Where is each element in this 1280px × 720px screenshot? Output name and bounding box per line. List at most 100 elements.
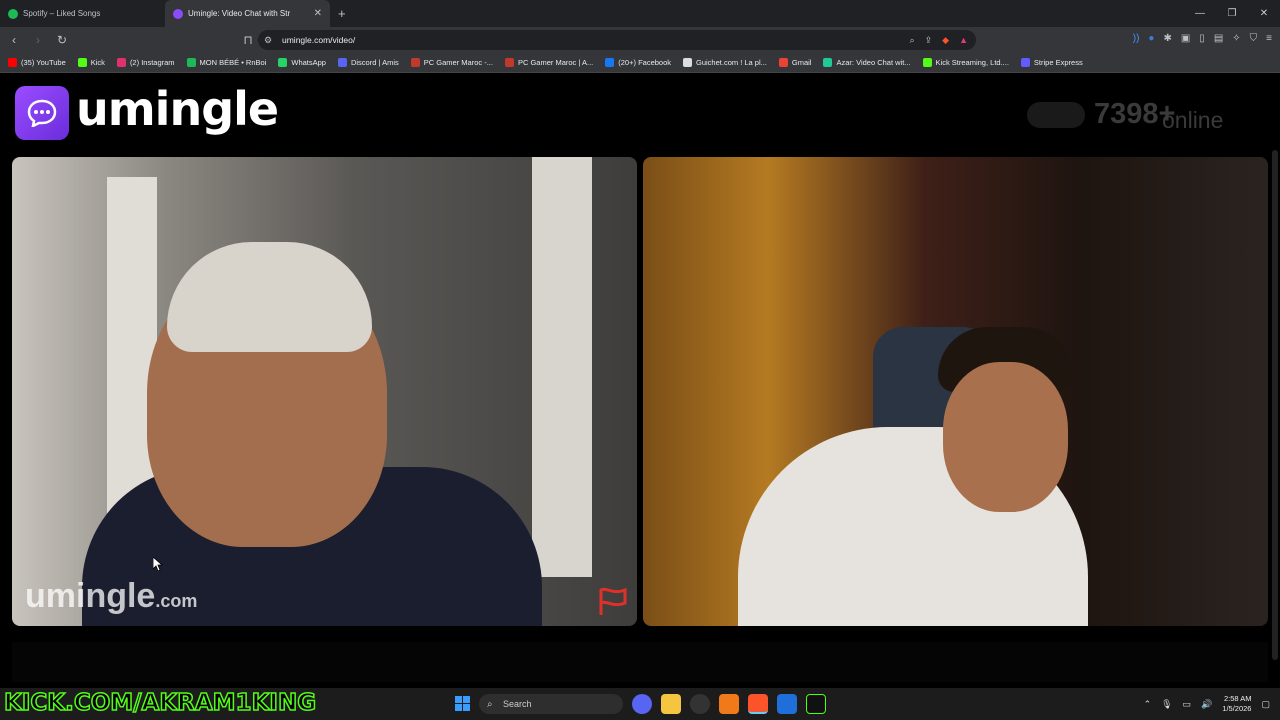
bookmark-favicon-icon [77, 58, 87, 67]
microphone-icon[interactable]: 🎙 [1161, 699, 1172, 710]
brave-icon[interactable] [748, 694, 768, 714]
bookmark-icon[interactable]: ⊓ [238, 33, 258, 47]
bookmark-item[interactable]: Kick Streaming, Ltd.... [922, 58, 1009, 67]
umingle-logo-icon[interactable] [15, 86, 69, 140]
tab-spotify[interactable]: Spotify – Liked Songs [0, 0, 165, 27]
volume-icon[interactable]: 🔊 [1201, 699, 1212, 710]
bookmark-item[interactable]: PC Gamer Maroc | A... [504, 58, 594, 67]
windows-start-icon[interactable] [455, 696, 470, 711]
share-icon[interactable]: ⇪ [925, 35, 933, 46]
bookmark-item[interactable]: (35) YouTube [8, 58, 66, 67]
bookmark-label: (35) YouTube [21, 58, 66, 67]
vpn-icon[interactable]: ⛉ [1250, 33, 1258, 44]
bookmark-item[interactable]: Discord | Amis [337, 58, 399, 67]
bookmark-favicon-icon [778, 58, 788, 67]
bookmark-label: (2) Instagram [129, 58, 175, 67]
restore-icon[interactable]: ❐ [1216, 0, 1248, 27]
minimize-icon[interactable]: — [1184, 0, 1216, 27]
bookmark-favicon-icon [278, 58, 288, 67]
bookmark-item[interactable]: (2) Instagram [116, 58, 175, 67]
online-label: online [1162, 107, 1224, 133]
url-text: umingle.com/video/ [282, 35, 356, 45]
chat-area[interactable] [12, 642, 1268, 682]
watermark-main: umingle [25, 577, 156, 615]
bookmark-item[interactable]: MON BÉBÉ • RnBoi [186, 58, 267, 67]
address-bar[interactable]: ⚙ umingle.com/video/ ⌕ ⇪ ◆ ▲ [258, 30, 976, 50]
tab-title: Umingle: Video Chat with Str [188, 9, 291, 18]
stream-overlay-text: KICK.COM/AKRAM1KING [3, 689, 317, 717]
close-window-icon[interactable]: ✕ [1248, 0, 1280, 27]
bookmark-favicon-icon [8, 58, 17, 67]
notification-icon[interactable]: ▢ [1261, 699, 1270, 710]
bookmark-item[interactable]: PC Gamer Maroc -... [410, 58, 493, 67]
bookmark-label: Discord | Amis [350, 58, 399, 67]
bookmark-favicon-icon [410, 58, 420, 67]
search-icon: ⌕ [487, 698, 493, 710]
menu-icon[interactable]: ≡ [1266, 33, 1272, 44]
bookmark-label: Guichet.com ! La pl... [696, 58, 767, 67]
umingle-watermark: umingle.com [25, 577, 197, 616]
bookmark-favicon-icon [337, 58, 347, 67]
tab-umingle[interactable]: Umingle: Video Chat with Str ✕ [165, 0, 330, 27]
brave-rewards-icon[interactable]: ▲ [959, 35, 968, 46]
report-flag-icon[interactable] [597, 587, 629, 617]
online-toggle[interactable] [1027, 102, 1085, 128]
page-scrollbar[interactable] [1272, 150, 1278, 660]
wall-pillar [532, 157, 592, 577]
file-explorer-icon[interactable] [661, 694, 681, 714]
bookmark-label: Kick [90, 58, 105, 67]
forward-icon[interactable]: › [28, 33, 48, 47]
bookmark-favicon-icon [1020, 58, 1030, 67]
extensions-area: )) ● ✱ ▣ ▯ ▤ ✧ ⛉ ≡ [1133, 33, 1272, 44]
network-icon[interactable]: ▭ [1183, 699, 1192, 710]
bookmark-label: (20+) Facebook [618, 58, 672, 67]
new-tab-button[interactable]: + [338, 6, 346, 21]
extension-icon[interactable]: ● [1148, 33, 1154, 44]
bookmark-item[interactable]: Gmail [778, 58, 812, 67]
window-controls: — ❐ ✕ [1184, 0, 1280, 27]
mouse-cursor-icon [153, 557, 163, 571]
umingle-logo-text[interactable]: umingle [76, 82, 279, 136]
bookmark-label: Gmail [791, 58, 812, 67]
clock[interactable]: 2:58 AM 1/5/2026 [1222, 694, 1251, 714]
chevron-up-icon[interactable]: ⌃ [1144, 699, 1152, 710]
bookmark-label: Kick Streaming, Ltd.... [935, 58, 1009, 67]
self-video [643, 157, 1268, 626]
clock-time: 2:58 AM [1223, 694, 1252, 703]
bookmark-favicon-icon [605, 58, 615, 67]
bookmark-item[interactable]: Azar: Video Chat wit... [823, 58, 911, 67]
back-icon[interactable]: ‹ [4, 33, 24, 47]
zoom-icon[interactable]: ⌕ [910, 35, 915, 46]
bookmark-label: Stripe Express [1033, 58, 1083, 67]
umingle-icon [173, 8, 183, 19]
leo-ai-icon[interactable]: ✧ [1232, 33, 1240, 44]
clock-date: 1/5/2026 [1222, 704, 1252, 713]
search-placeholder: Search [503, 699, 532, 709]
tab-search-icon[interactable]: ▤ [1214, 33, 1223, 44]
puzzle-icon[interactable]: ✱ [1163, 33, 1171, 44]
discord-icon[interactable] [632, 694, 652, 714]
close-tab-icon[interactable]: ✕ [314, 8, 322, 19]
bookmark-item[interactable]: Guichet.com ! La pl... [683, 58, 767, 67]
bookmark-item[interactable]: Kick [77, 58, 105, 67]
store-icon[interactable] [777, 694, 797, 714]
bookmark-label: MON BÉBÉ • RnBoi [199, 58, 267, 67]
obs-icon[interactable] [690, 694, 710, 714]
taskbar-search[interactable]: ⌕ Search [479, 694, 623, 714]
bookmark-favicon-icon [823, 58, 833, 67]
site-info-icon[interactable]: ⚙ [264, 35, 272, 46]
reload-icon[interactable]: ↻ [52, 33, 72, 47]
extension-icon[interactable]: )) [1133, 33, 1140, 44]
bookmark-item[interactable]: (20+) Facebook [605, 58, 671, 67]
app-icon[interactable] [719, 694, 739, 714]
bookmark-item[interactable]: Stripe Express [1020, 58, 1083, 67]
sidebar-icon[interactable]: ▯ [1199, 33, 1205, 44]
bookmark-label: WhatsApp [291, 58, 326, 67]
terminal-icon[interactable] [806, 694, 826, 714]
bookmark-item[interactable]: WhatsApp [278, 58, 326, 67]
umingle-page: umingle 7398+ online umingle.com [0, 74, 1280, 688]
brave-shield-icon[interactable]: ◆ [942, 35, 949, 46]
wallet-icon[interactable]: ▣ [1181, 33, 1190, 44]
bookmark-favicon-icon [683, 58, 693, 67]
bookmark-label: PC Gamer Maroc | A... [517, 58, 594, 67]
